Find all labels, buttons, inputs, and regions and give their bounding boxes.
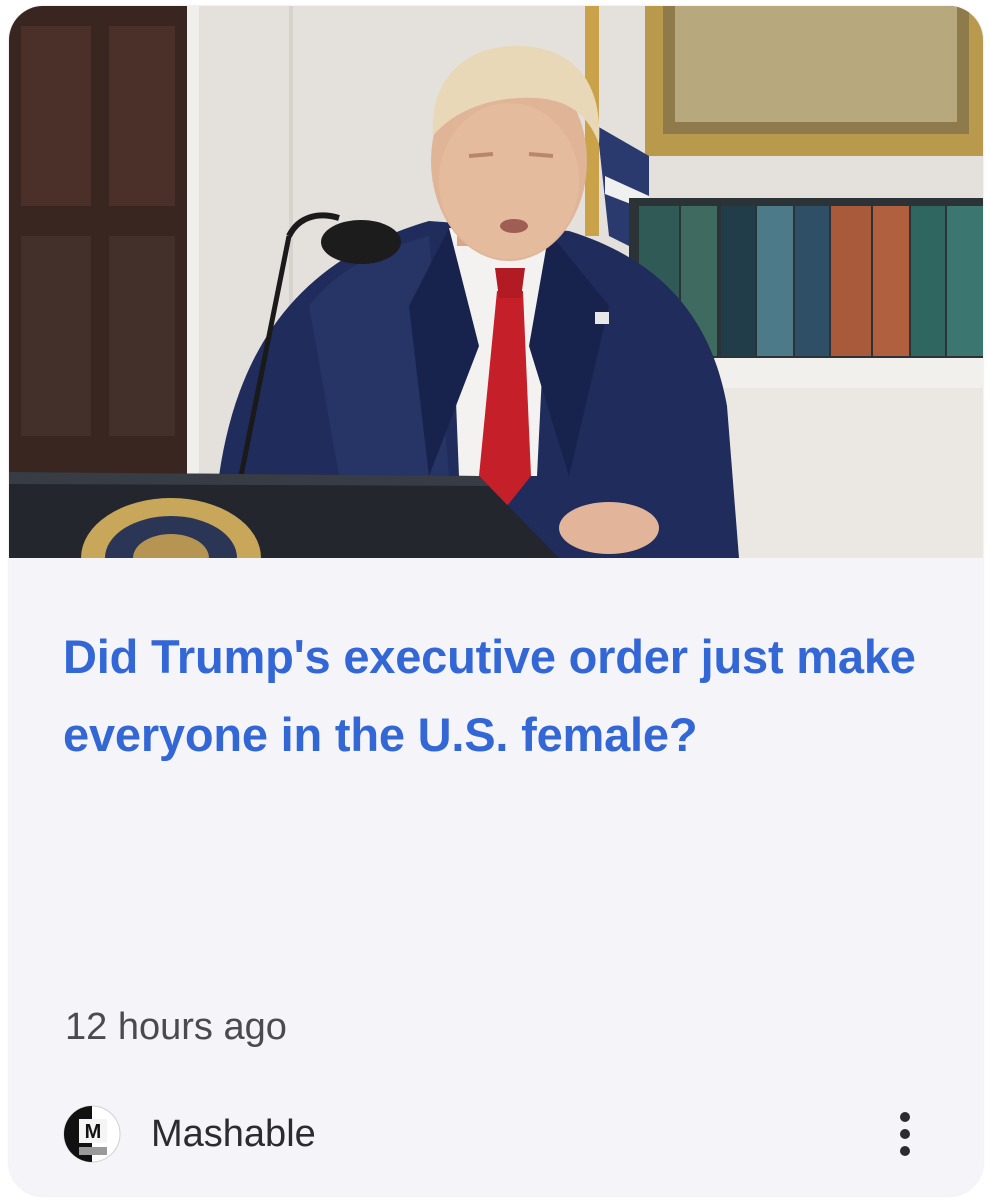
source-row[interactable]: M Mashable [63, 1104, 316, 1164]
published-time: 12 hours ago [65, 1006, 287, 1048]
mashable-logo-icon: M [63, 1105, 121, 1163]
article-headline[interactable]: Did Trump's executive order just make ev… [63, 618, 943, 774]
source-logo-letter: M [85, 1121, 102, 1143]
more-dot [900, 1129, 910, 1139]
more-dot [900, 1146, 910, 1156]
more-dot [900, 1112, 910, 1122]
article-thumbnail[interactable] [9, 6, 983, 558]
news-card[interactable]: Did Trump's executive order just make ev… [9, 6, 983, 1196]
thumbnail-photo [9, 6, 983, 558]
source-name[interactable]: Mashable [151, 1113, 316, 1156]
more-vertical-icon[interactable] [883, 1096, 927, 1172]
